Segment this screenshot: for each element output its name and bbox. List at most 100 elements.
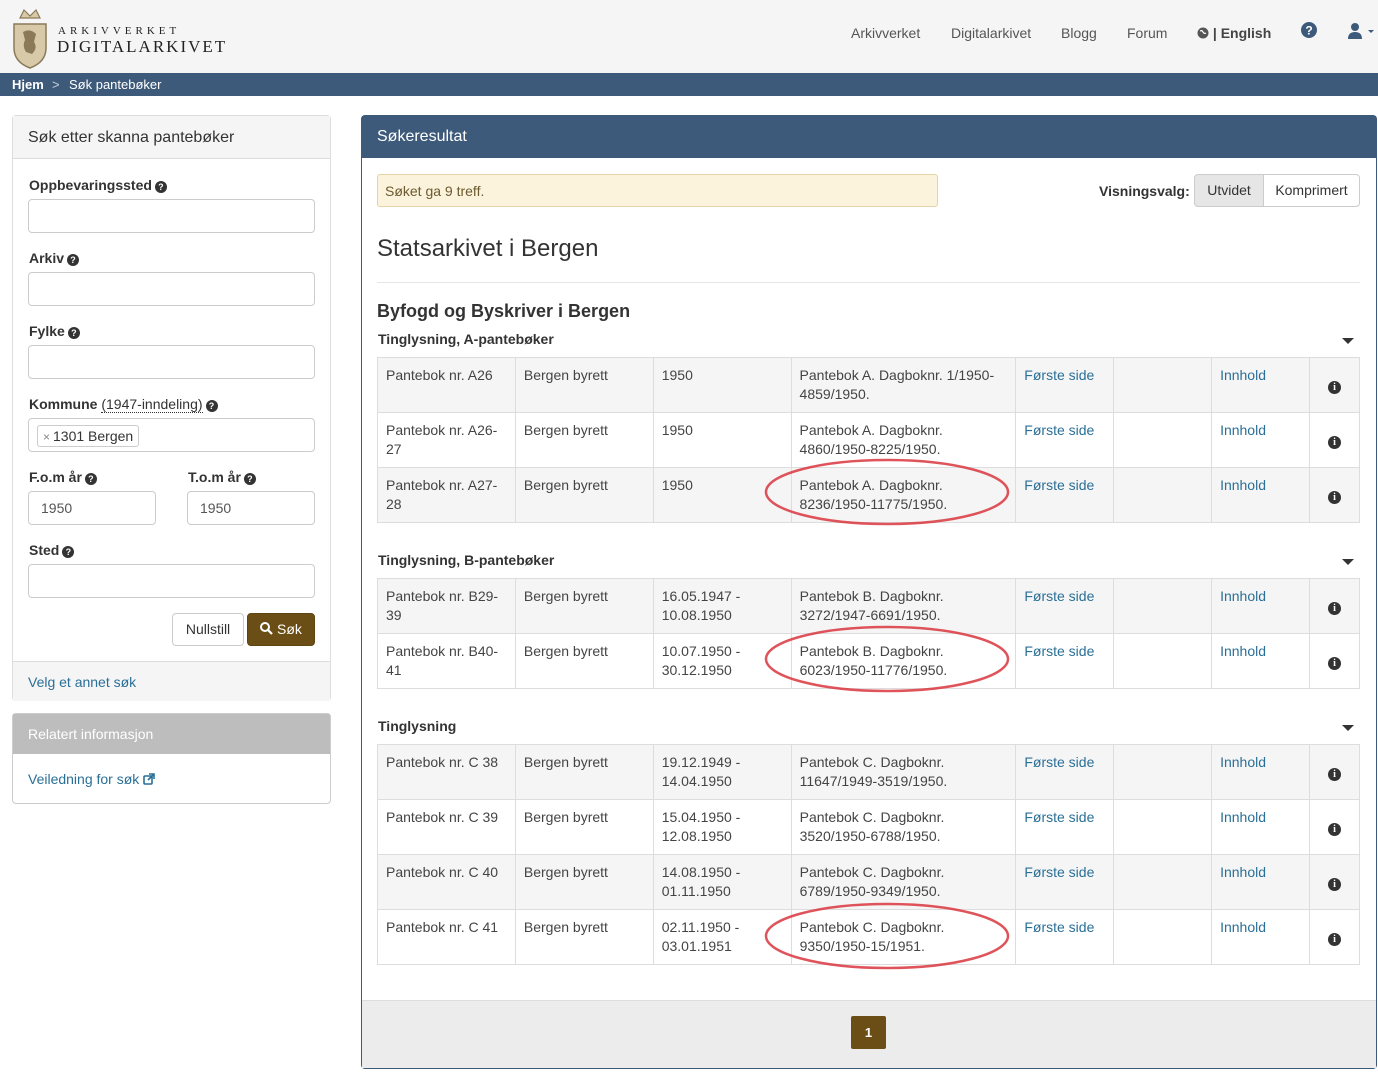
help-icon[interactable]: ? (154, 181, 167, 193)
collapse-caret-icon[interactable] (1342, 725, 1354, 731)
brand-title[interactable]: DIGITALARKIVET (57, 37, 227, 57)
content-link[interactable]: Innhold (1220, 588, 1266, 604)
info-icon[interactable]: i (1328, 822, 1341, 836)
remove-tag-icon[interactable]: × (43, 430, 50, 444)
info-icon[interactable]: i (1328, 877, 1341, 891)
kommune-sublabel[interactable]: (1947-inndeling) (101, 396, 203, 413)
results-header: Søkeresultat (362, 116, 1376, 158)
content-cell: Innhold (1211, 467, 1310, 523)
info-icon[interactable]: i (1328, 767, 1341, 781)
collapse-caret-icon[interactable] (1342, 338, 1354, 344)
first-page-link[interactable]: Første side (1024, 477, 1094, 493)
content-link[interactable]: Innhold (1220, 643, 1266, 659)
label-text: Fylke (29, 323, 65, 339)
help-icon[interactable]: ? (67, 327, 80, 339)
fylke-input[interactable] (28, 345, 315, 379)
first-page-cell: Første side (1015, 799, 1115, 855)
empty-cell (1113, 633, 1213, 689)
content-cell: Innhold (1211, 854, 1310, 910)
first-page-link[interactable]: Første side (1024, 754, 1094, 770)
brand-top-text: ARKIVVERKET (58, 25, 181, 37)
search-panel-title: Søk etter skanna pantebøker (28, 129, 235, 146)
first-page-cell: Første side (1015, 633, 1115, 689)
content-link[interactable]: Innhold (1220, 367, 1266, 383)
court-cell: Bergen byrett (514, 744, 654, 800)
table-row: Pantebok nr. C 40 Bergen byrett 14.08.1950… (377, 854, 1360, 910)
kommune-select[interactable]: × 1301 Bergen (28, 418, 315, 452)
info-cell: i (1309, 578, 1360, 634)
info-icon[interactable]: i (1327, 380, 1341, 394)
empty-cell (1113, 799, 1213, 855)
page-button[interactable]: 1 (851, 1016, 886, 1049)
content-link[interactable]: Innhold (1220, 864, 1266, 880)
info-icon[interactable]: i (1327, 435, 1341, 449)
first-page-link[interactable]: Første side (1024, 643, 1094, 659)
empty-cell (1113, 357, 1213, 413)
first-page-link[interactable]: Første side (1024, 919, 1094, 935)
search-icon (260, 622, 273, 635)
breadcrumb-current: Søk pantebøker (69, 77, 162, 92)
nav-blogg[interactable]: Blogg (1061, 25, 1097, 41)
info-icon[interactable]: i (1328, 656, 1341, 670)
court-cell: Bergen byrett (514, 799, 654, 855)
info-cell: i (1308, 467, 1361, 523)
help-icon[interactable]: ? (243, 473, 256, 485)
description-cell: Pantebok A. Dagboknr. 4860/1950-8225/195… (790, 412, 1017, 468)
fom-year-input[interactable]: 1950 (28, 491, 156, 525)
results-table: Pantebok nr. C 38 Bergen byrett 19.12.1949… (377, 744, 1360, 965)
nav-digitalarkivet[interactable]: Digitalarkivet (951, 25, 1031, 41)
user-menu-icon[interactable] (1347, 22, 1377, 40)
book-title-cell: Pantebok nr. B29-39 (377, 578, 516, 634)
help-icon[interactable]: ? (67, 254, 80, 266)
help-icon[interactable]: ? (84, 473, 97, 485)
first-page-link[interactable]: Første side (1024, 588, 1094, 604)
view-compact-button[interactable]: Komprimert (1263, 174, 1360, 207)
book-title-cell: Pantebok nr. C 38 (377, 744, 516, 800)
info-icon[interactable]: i (1327, 490, 1341, 504)
description-cell: Pantebok C. Dagboknr. 3520/1950-6788/195… (790, 799, 1017, 855)
period-cell: 14.08.1950 - 01.11.1950 (652, 854, 792, 910)
language-switch[interactable]: | English (1197, 25, 1271, 41)
collapse-caret-icon[interactable] (1342, 559, 1354, 565)
results-title: Søkeresultat (377, 128, 467, 145)
content-link[interactable]: Innhold (1220, 919, 1266, 935)
view-expanded-button[interactable]: Utvidet (1194, 174, 1264, 207)
content-link[interactable]: Innhold (1220, 422, 1266, 438)
first-page-link[interactable]: Første side (1024, 367, 1094, 383)
breadcrumb-home[interactable]: Hjem (12, 77, 44, 92)
search-guide-link[interactable]: Veiledning for søk (28, 771, 155, 787)
kommune-tag[interactable]: × 1301 Bergen (37, 425, 140, 447)
description-cell: Pantebok A. Dagboknr. 8236/1950-11775/19… (790, 467, 1017, 523)
first-page-link[interactable]: Første side (1024, 422, 1094, 438)
coat-of-arms-logo[interactable] (10, 2, 50, 70)
oppbevaringssted-input[interactable] (28, 199, 315, 233)
other-search-link[interactable]: Velg et annet søk (28, 674, 136, 690)
label-text: F.o.m år (29, 469, 82, 485)
sted-input[interactable] (28, 564, 315, 598)
kommune-tag-label: 1301 Bergen (53, 428, 134, 444)
info-icon[interactable]: i (1328, 601, 1341, 615)
info-icon[interactable]: i (1328, 932, 1341, 946)
help-icon[interactable]: ? (62, 546, 75, 558)
content-link[interactable]: Innhold (1220, 809, 1266, 825)
content-link[interactable]: Innhold (1220, 477, 1266, 493)
arkiv-input[interactable] (28, 272, 315, 306)
label-text: Sted (29, 542, 60, 558)
first-page-link[interactable]: Første side (1024, 809, 1094, 825)
first-page-cell: Første side (1015, 357, 1115, 413)
tom-year-input[interactable]: 1950 (187, 491, 315, 525)
help-icon[interactable]: ? (205, 400, 218, 412)
label-kommune: Kommune (1947-inndeling)? (29, 396, 218, 413)
nav-forum[interactable]: Forum (1127, 25, 1167, 41)
first-page-link[interactable]: Første side (1024, 864, 1094, 880)
help-icon[interactable]: ? (1301, 22, 1317, 38)
book-title-cell: Pantebok nr. A26 (377, 357, 516, 413)
content-link[interactable]: Innhold (1220, 754, 1266, 770)
label-text: Kommune (29, 396, 98, 412)
empty-cell (1113, 909, 1213, 965)
search-button[interactable]: Søk (247, 613, 315, 646)
nav-arkivverket[interactable]: Arkivverket (851, 25, 920, 41)
description-cell: Pantebok C. Dagboknr. 6789/1950-9349/195… (790, 854, 1017, 910)
court-cell: Bergen byrett (514, 578, 654, 634)
reset-button[interactable]: Nullstill (172, 613, 244, 646)
